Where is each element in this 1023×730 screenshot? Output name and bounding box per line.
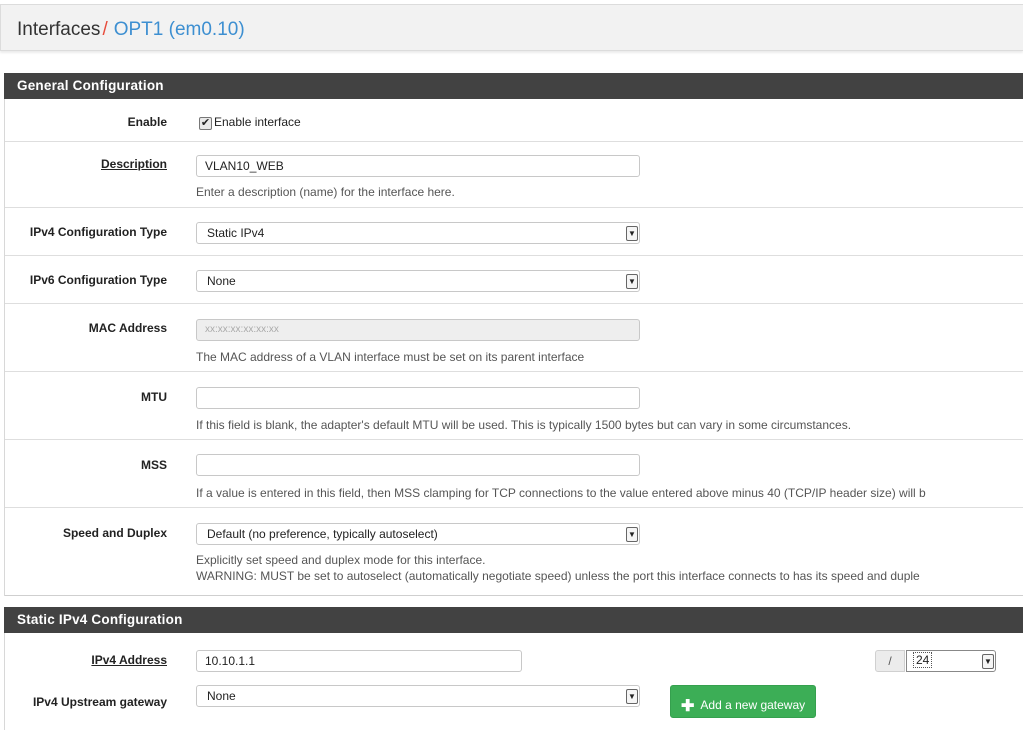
ipv4-address-row: IPv4 Address 10.10.1.1 / 24 ▼ <box>5 633 1023 680</box>
ipv6-type-label: IPv6 Configuration Type <box>29 273 167 287</box>
ipv4-type-label: IPv4 Configuration Type <box>29 225 167 239</box>
speed-row: Speed and Duplex Default (no preference,… <box>5 508 1023 596</box>
enable-row: Enable ✔ Enable interface <box>5 99 1023 142</box>
mss-input[interactable] <box>196 454 640 476</box>
enable-checkbox-label[interactable]: Enable interface <box>214 115 301 129</box>
dropdown-arrow-icon: ▼ <box>626 527 638 542</box>
static-ipv4-heading: Static IPv4 Configuration <box>4 607 1023 633</box>
speed-value: Default (no preference, typically autose… <box>207 527 438 541</box>
static-ipv4-panel: IPv4 Address 10.10.1.1 / 24 ▼ IPv4 Upstr… <box>4 633 1023 730</box>
enable-checkbox[interactable]: ✔ <box>199 117 212 130</box>
mac-row: MAC Address xx:xx:xx:xx:xx:xx The MAC ad… <box>5 304 1023 372</box>
breadcrumb-separator: / <box>102 19 108 40</box>
ipv4-gateway-label: IPv4 Upstream gateway <box>32 695 167 709</box>
mtu-input[interactable] <box>196 387 640 409</box>
dropdown-arrow-icon: ▼ <box>626 689 638 704</box>
mac-help: The MAC address of a VLAN interface must… <box>196 350 585 364</box>
mss-label: MSS <box>140 458 167 472</box>
general-config-heading: General Configuration <box>4 73 1023 99</box>
add-gateway-label: Add a new gateway <box>700 698 806 712</box>
ipv4-type-value: Static IPv4 <box>207 226 265 240</box>
dropdown-arrow-icon: ▼ <box>626 274 638 289</box>
cidr-value: 24 <box>913 652 933 668</box>
breadcrumb: Interfaces / OPT1 (em0.10) <box>0 4 1023 51</box>
mac-label: MAC Address <box>88 321 167 335</box>
description-label: Description <box>100 157 167 171</box>
enable-label: Enable <box>127 115 167 129</box>
dropdown-arrow-icon: ▼ <box>982 654 994 669</box>
speed-warning: WARNING: MUST be set to autoselect (auto… <box>196 569 920 583</box>
description-help: Enter a description (name) for the inter… <box>196 185 455 199</box>
dropdown-arrow-icon: ▼ <box>626 226 638 241</box>
breadcrumb-parent[interactable]: Interfaces <box>17 19 100 40</box>
ipv4-type-row: IPv4 Configuration Type Static IPv4 ▼ <box>5 208 1023 256</box>
checkmark-icon: ✔ <box>200 117 211 129</box>
mac-input: xx:xx:xx:xx:xx:xx <box>196 319 640 341</box>
description-row: Description VLAN10_WEB Enter a descripti… <box>5 142 1023 208</box>
gateway-value: None <box>207 689 236 703</box>
gateway-select[interactable]: None ▼ <box>196 685 640 707</box>
mtu-row: MTU If this field is blank, the adapter'… <box>5 372 1023 440</box>
add-gateway-button[interactable]: ✚ Add a new gateway <box>670 685 817 718</box>
ipv6-type-select[interactable]: None ▼ <box>196 270 640 292</box>
description-input[interactable]: VLAN10_WEB <box>196 155 640 177</box>
mtu-label: MTU <box>141 390 167 404</box>
speed-label: Speed and Duplex <box>62 526 167 540</box>
mtu-help: If this field is blank, the adapter's de… <box>196 418 852 432</box>
speed-help: Explicitly set speed and duplex mode for… <box>196 553 486 567</box>
ipv4-address-label: IPv4 Address <box>91 653 167 667</box>
cidr-select[interactable]: 24 ▼ <box>906 650 996 672</box>
ipv6-type-value: None <box>207 274 236 288</box>
ipv4-type-select[interactable]: Static IPv4 ▼ <box>196 222 640 244</box>
mss-row: MSS If a value is entered in this field,… <box>5 440 1023 508</box>
breadcrumb-current[interactable]: OPT1 (em0.10) <box>114 19 245 40</box>
cidr-slash: / <box>875 650 905 672</box>
plus-icon: ✚ <box>681 698 695 715</box>
general-config-panel: Enable ✔ Enable interface Description VL… <box>4 99 1023 596</box>
ipv4-gateway-row: IPv4 Upstream gateway None ▼ ✚ Add a new … <box>5 680 1023 730</box>
ipv4-address-input[interactable]: 10.10.1.1 <box>196 650 522 672</box>
ipv6-type-row: IPv6 Configuration Type None ▼ <box>5 256 1023 304</box>
mss-help: If a value is entered in this field, the… <box>196 486 926 500</box>
speed-select[interactable]: Default (no preference, typically autose… <box>196 523 640 545</box>
